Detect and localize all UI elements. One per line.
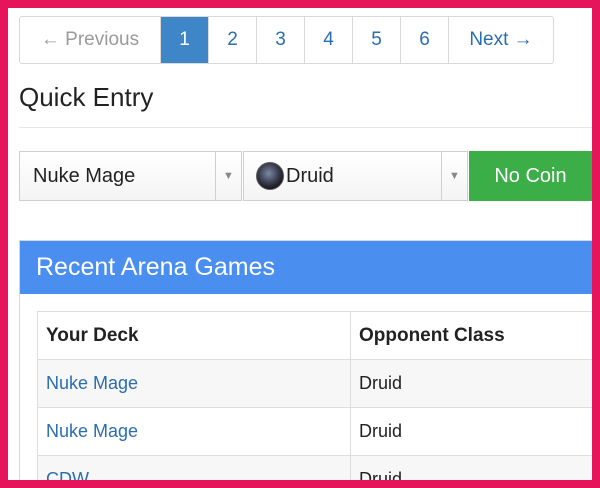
page-5-link[interactable]: 5 — [353, 17, 401, 63]
next-page-link[interactable]: Next → — [449, 17, 553, 63]
page-content: ← Previous 1 2 3 4 5 6 Next → Quick Entr… — [8, 8, 592, 480]
no-coin-button[interactable]: No Coin — [469, 151, 592, 201]
pagination: ← Previous 1 2 3 4 5 6 Next → — [19, 16, 554, 64]
page-6-link[interactable]: 6 — [401, 17, 449, 63]
opponent-class-cell: Druid — [349, 359, 592, 408]
previous-page-link[interactable]: ← Previous — [20, 17, 161, 63]
quick-entry-title: Quick Entry — [19, 82, 154, 112]
opponent-class-select-label: Druid — [244, 162, 441, 190]
page-1-link[interactable]: 1 — [161, 17, 209, 63]
page-2-link[interactable]: 2 — [209, 17, 257, 63]
chevron-down-icon[interactable]: ▼ — [215, 152, 241, 200]
table-row: Nuke Mage Druid — [37, 359, 592, 408]
opponent-class-select[interactable]: Druid ▼ — [243, 151, 468, 201]
deck-link[interactable]: Nuke Mage — [37, 359, 351, 408]
divider — [19, 127, 592, 128]
page-4-link[interactable]: 4 — [305, 17, 353, 63]
table-row: Nuke Mage Druid — [37, 407, 592, 456]
deck-link[interactable]: CDW — [37, 455, 351, 480]
recent-arena-games-panel: Recent Arena Games Your Deck Opponent Cl… — [19, 240, 592, 480]
chevron-down-icon[interactable]: ▼ — [441, 152, 467, 200]
opponent-class-select-value: Druid — [286, 164, 334, 187]
table-row: CDW Druid — [37, 455, 592, 480]
druid-portrait-icon — [256, 162, 284, 190]
deck-select[interactable]: Nuke Mage ▼ — [19, 151, 242, 201]
opponent-class-cell: Druid — [349, 455, 592, 480]
column-header-your-deck[interactable]: Your Deck — [37, 311, 351, 360]
deck-link[interactable]: Nuke Mage — [37, 407, 351, 456]
recent-games-table: Your Deck Opponent Class Nuke Mage Druid… — [37, 311, 592, 480]
panel-title: Recent Arena Games — [20, 241, 592, 294]
page-3-link[interactable]: 3 — [257, 17, 305, 63]
opponent-class-cell: Druid — [349, 407, 592, 456]
deck-select-value: Nuke Mage — [33, 164, 136, 187]
column-header-opponent-class[interactable]: Opponent Class — [349, 311, 592, 360]
table-header-row: Your Deck Opponent Class — [37, 311, 592, 360]
